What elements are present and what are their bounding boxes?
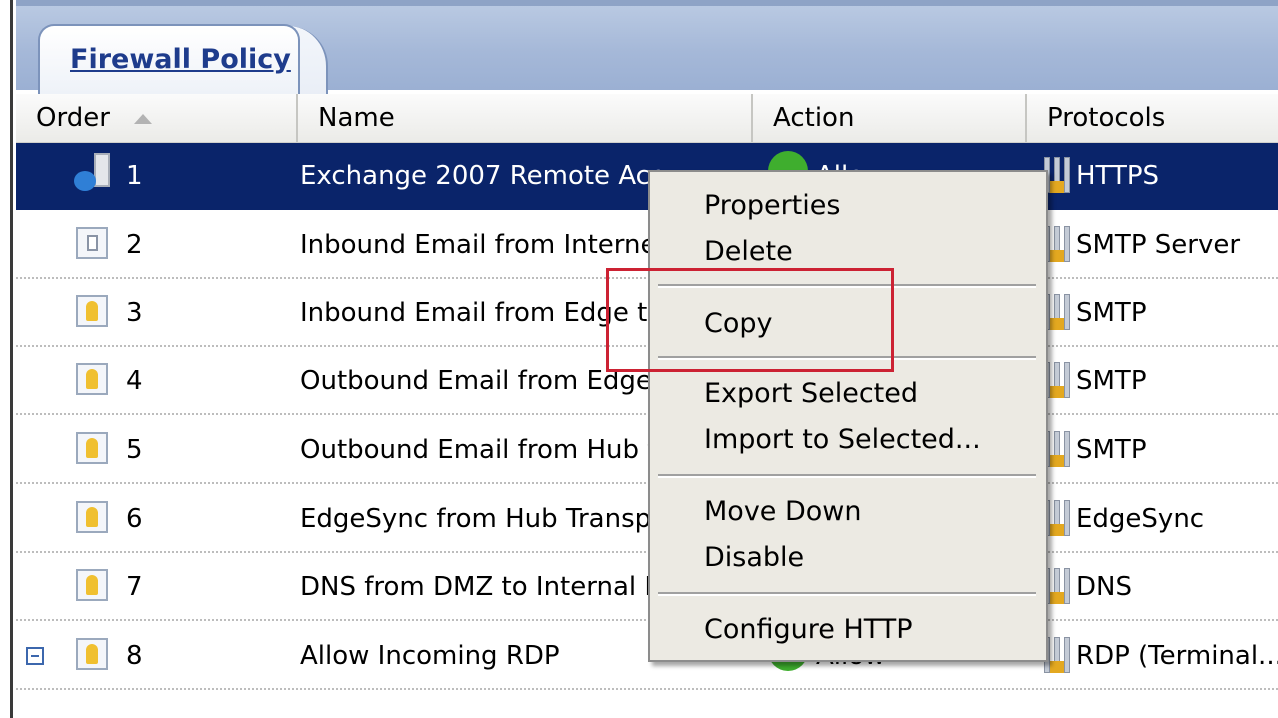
key-rule-icon bbox=[76, 501, 108, 533]
row-protocol: SMTP bbox=[1076, 435, 1147, 465]
row-protocol: SMTP bbox=[1076, 366, 1147, 396]
menu-separator bbox=[658, 592, 1036, 596]
column-name-label: Name bbox=[318, 103, 395, 133]
column-header-name[interactable]: Name bbox=[298, 94, 753, 142]
column-order-label: Order bbox=[36, 103, 110, 133]
menu-item-import-to-selected[interactable]: Import to Selected... bbox=[650, 418, 1046, 462]
window-left-border bbox=[0, 0, 13, 718]
key-rule-icon bbox=[76, 569, 108, 601]
tab-firewall-policy[interactable]: Firewall Policy bbox=[38, 24, 300, 94]
row-name: EdgeSync from Hub Transport bbox=[300, 504, 660, 534]
row-protocol: DNS bbox=[1076, 572, 1132, 602]
table-row[interactable]: 1 Exchange 2007 Remote Access Allow HTTP… bbox=[16, 143, 1278, 210]
row-protocol: SMTP bbox=[1076, 298, 1147, 328]
column-header-protocols[interactable]: Protocols bbox=[1027, 94, 1278, 142]
menu-item-properties[interactable]: Properties bbox=[650, 184, 1046, 228]
rule-icon bbox=[76, 227, 108, 259]
copy-highlight-box bbox=[606, 268, 894, 372]
server-network-icon bbox=[74, 153, 116, 193]
column-protocols-label: Protocols bbox=[1047, 103, 1166, 133]
row-protocol: EdgeSync bbox=[1076, 504, 1205, 534]
menu-item-export-selected[interactable]: Export Selected bbox=[650, 372, 1046, 416]
key-rule-icon bbox=[76, 638, 108, 670]
key-rule-icon bbox=[76, 295, 108, 327]
key-rule-icon bbox=[76, 363, 108, 395]
context-menu: Properties Delete Copy Export Selected I… bbox=[648, 170, 1048, 662]
menu-item-disable[interactable]: Disable bbox=[650, 536, 1046, 580]
menu-item-configure-http[interactable]: Configure HTTP bbox=[650, 608, 1046, 652]
row-protocol: SMTP Server bbox=[1076, 230, 1241, 260]
menu-item-move-down[interactable]: Move Down bbox=[650, 490, 1046, 534]
row-protocol: RDP (Terminal... bbox=[1076, 641, 1278, 671]
row-name: Allow Incoming RDP bbox=[300, 641, 560, 671]
row-order: 1 bbox=[126, 161, 143, 191]
menu-separator bbox=[658, 474, 1036, 478]
row-protocol: HTTPS bbox=[1076, 161, 1160, 191]
row-name: Outbound Email from Hub to Edge bbox=[300, 435, 660, 465]
key-rule-icon bbox=[76, 432, 108, 464]
table-row[interactable]: 8 Allow Incoming RDP Allow RDP (Terminal… bbox=[16, 623, 1278, 690]
row-order: 8 bbox=[126, 641, 143, 671]
collapse-icon[interactable] bbox=[26, 647, 44, 665]
row-order: 4 bbox=[126, 366, 143, 396]
row-order: 6 bbox=[126, 504, 143, 534]
table-row[interactable]: 7 DNS from DMZ to Internal DNS DNS bbox=[16, 554, 1278, 621]
row-order: 3 bbox=[126, 298, 143, 328]
row-order: 2 bbox=[126, 230, 143, 260]
tab-strip: Firewall Policy bbox=[16, 0, 1278, 96]
row-name: DNS from DMZ to Internal DNS bbox=[300, 572, 660, 602]
table-row[interactable]: 6 EdgeSync from Hub Transport EdgeSync bbox=[16, 486, 1278, 553]
table-row[interactable]: 5 Outbound Email from Hub to Edge SMTP bbox=[16, 417, 1278, 484]
row-order: 5 bbox=[126, 435, 143, 465]
column-action-label: Action bbox=[773, 103, 855, 133]
tab-label: Firewall Policy bbox=[70, 44, 291, 75]
sort-ascending-icon bbox=[133, 113, 152, 124]
column-header-action[interactable]: Action bbox=[753, 94, 1027, 142]
column-header-order[interactable]: Order bbox=[16, 94, 298, 142]
row-order: 7 bbox=[126, 572, 143, 602]
column-header: Order Name Action Protocols bbox=[16, 94, 1278, 144]
row-name: Exchange 2007 Remote Access bbox=[300, 161, 660, 191]
